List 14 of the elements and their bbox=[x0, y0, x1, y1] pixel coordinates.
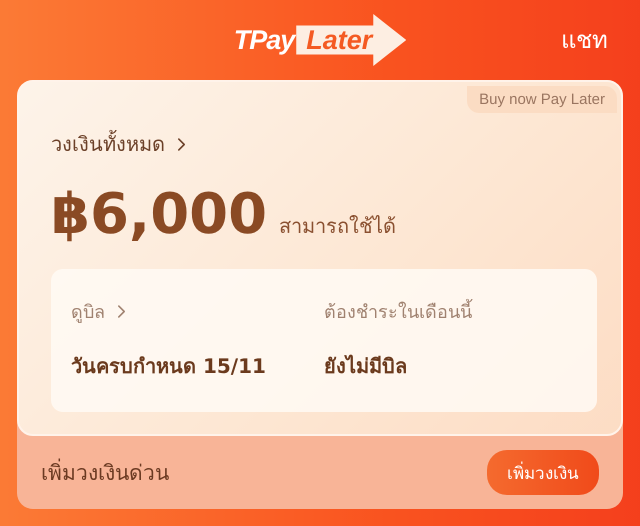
quick-increase-label: เพิ่มวงเงินด่วน bbox=[41, 456, 169, 489]
credit-amount: ฿6,000 bbox=[51, 182, 268, 247]
logo: TPay Later bbox=[234, 14, 406, 66]
view-bill-link[interactable]: ดูบิล bbox=[71, 297, 324, 326]
available-label: สามารถใช้ได้ bbox=[279, 213, 396, 240]
limit-link[interactable]: วงเงินทั้งหมด bbox=[51, 128, 597, 160]
chevron-icon bbox=[177, 136, 186, 152]
chat-link[interactable]: แชท bbox=[561, 20, 608, 59]
product-tag: Buy now Pay Later bbox=[467, 86, 617, 113]
due-date: วันครบกำหนด 15/11 bbox=[71, 353, 267, 380]
bill-status: ยังไม่มีบิล bbox=[324, 353, 408, 380]
chevron-icon bbox=[117, 304, 126, 319]
increase-limit-button[interactable]: เพิ่มวงเงิน bbox=[487, 450, 599, 495]
month-label: ต้องชำระในเดือนนี้ bbox=[324, 297, 577, 326]
